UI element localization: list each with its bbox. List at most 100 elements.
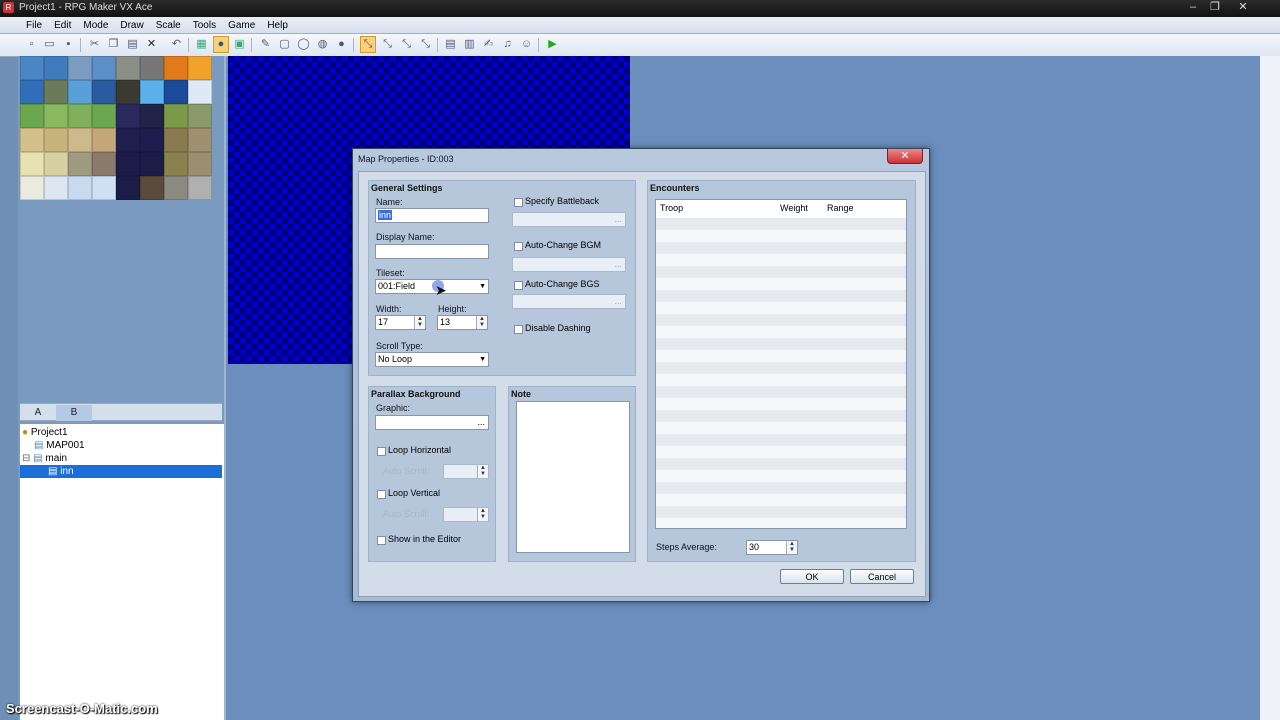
table-row[interactable] [656,422,906,434]
table-row[interactable] [656,230,906,242]
tile[interactable] [20,80,44,104]
table-row[interactable] [656,314,906,326]
show-in-editor-checkbox[interactable] [377,536,386,545]
paste-icon[interactable]: ▤ [125,37,140,52]
scroll-type-select[interactable]: No Loop ▼ [375,352,489,367]
tile[interactable] [68,176,92,200]
tile[interactable] [188,80,212,104]
tree-item-inn[interactable]: ▤ inn [20,465,222,478]
scale-1-icon[interactable]: ⤡ [360,36,376,53]
tree-item-map001[interactable]: ▤ MAP001 [34,439,85,452]
script-editor-icon[interactable]: ✍ [481,37,496,52]
menu-mode[interactable]: Mode [77,18,114,33]
new-project-icon[interactable]: ▫ [24,37,39,52]
spin-arrows-icon[interactable]: ▲ ▼ [414,316,425,329]
tab-b[interactable]: B [56,405,92,421]
height-stepper[interactable]: 13 ▲ ▼ [437,315,488,330]
tile[interactable] [164,80,188,104]
tile[interactable] [188,128,212,152]
scale-2-icon[interactable]: ⤡ [380,37,395,52]
tile[interactable] [164,104,188,128]
table-row[interactable] [656,302,906,314]
specify-battleback-checkbox[interactable] [514,198,523,207]
tile[interactable] [68,128,92,152]
tile[interactable] [164,176,188,200]
encounter-table[interactable]: Troop Weight Range [655,199,907,529]
tile[interactable] [164,152,188,176]
tile[interactable] [68,104,92,128]
save-icon[interactable]: ▪ [61,37,76,52]
ok-button[interactable]: OK [780,569,844,584]
tile[interactable] [44,104,68,128]
table-row[interactable] [656,518,906,528]
table-row[interactable] [656,362,906,374]
display-name-field[interactable] [375,244,489,259]
table-row[interactable] [656,494,906,506]
fill-icon[interactable]: ◍ [315,37,330,52]
tree-item-project[interactable]: ● Project1 [22,426,68,439]
dialog-close-button[interactable]: ✕ [887,149,923,164]
table-row[interactable] [656,326,906,338]
tile[interactable] [44,80,68,104]
menu-help[interactable]: Help [261,18,294,33]
vertical-scrollbar[interactable] [1260,56,1280,720]
cancel-button[interactable]: Cancel [850,569,914,584]
undo-icon[interactable]: ↶ [169,37,184,52]
auto-change-bgm-checkbox[interactable] [514,242,523,251]
table-row[interactable] [656,278,906,290]
cut-icon[interactable]: ✂ [87,37,102,52]
table-row[interactable] [656,470,906,482]
table-row[interactable] [656,242,906,254]
tile[interactable] [20,152,44,176]
tile[interactable] [116,176,140,200]
tile[interactable] [92,152,116,176]
menu-game[interactable]: Game [222,18,261,33]
character-generator-icon[interactable]: ☺ [519,37,534,52]
ellipse-icon[interactable]: ◯ [296,37,311,52]
tile[interactable] [140,80,164,104]
tile[interactable] [188,104,212,128]
sound-test-icon[interactable]: ♫ [500,37,515,52]
tile[interactable] [116,152,140,176]
tile[interactable] [92,104,116,128]
tile[interactable] [92,56,116,80]
table-row[interactable] [656,290,906,302]
table-row[interactable] [656,506,906,518]
tab-a[interactable]: A [20,405,56,421]
tile[interactable] [68,80,92,104]
rectangle-icon[interactable]: ▢ [277,37,292,52]
tile[interactable] [164,56,188,80]
table-row[interactable] [656,410,906,422]
tile[interactable] [188,56,212,80]
delete-icon[interactable]: ✕ [144,37,159,52]
tile[interactable] [116,128,140,152]
tile[interactable] [140,104,164,128]
loop-horizontal-checkbox[interactable] [377,447,386,456]
open-project-icon[interactable]: ▭ [42,37,57,52]
menu-tools[interactable]: Tools [187,18,222,33]
table-row[interactable] [656,338,906,350]
database-icon[interactable]: ▤ [443,37,458,52]
table-row[interactable] [656,446,906,458]
menu-draw[interactable]: Draw [114,18,149,33]
table-row[interactable] [656,434,906,446]
width-stepper[interactable]: 17 ▲ ▼ [375,315,426,330]
tile[interactable] [116,56,140,80]
scale-8-icon[interactable]: ⤡ [418,37,433,52]
note-textarea[interactable] [516,401,630,553]
steps-average-stepper[interactable]: 30 ▲ ▼ [746,540,798,555]
tile[interactable] [164,128,188,152]
tile[interactable] [44,56,68,80]
tile[interactable] [44,152,68,176]
table-row[interactable] [656,398,906,410]
auto-change-bgs-checkbox[interactable] [514,281,523,290]
tileset-palette[interactable] [20,56,212,200]
tile[interactable] [44,176,68,200]
playtest-icon[interactable]: ▶ [545,37,560,52]
shadow-pen-icon[interactable]: ● [334,37,349,52]
pencil-icon[interactable]: ✎ [258,37,273,52]
tile[interactable] [188,152,212,176]
table-row[interactable] [656,386,906,398]
tile[interactable] [20,176,44,200]
table-row[interactable] [656,218,906,230]
